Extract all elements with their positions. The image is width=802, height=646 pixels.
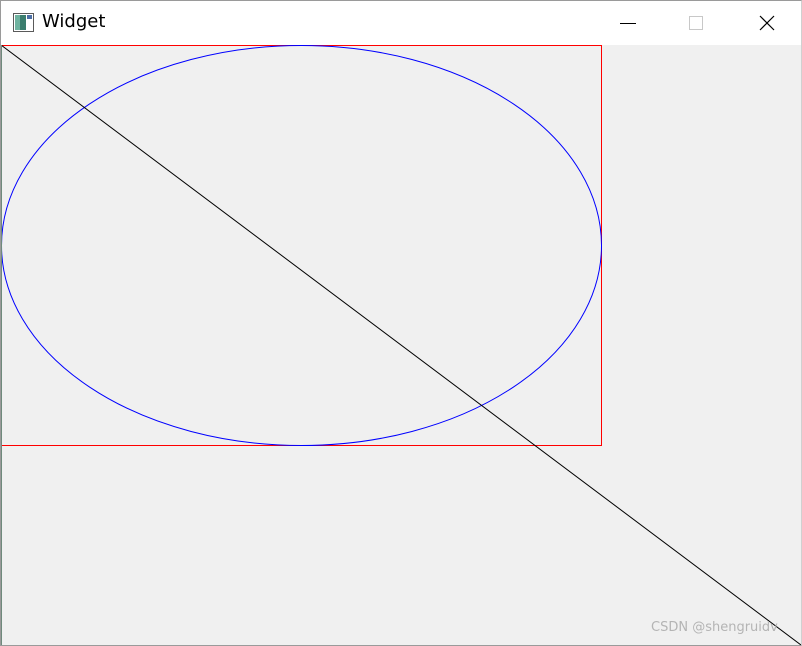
paint-canvas[interactable] xyxy=(1,45,801,645)
maximize-button[interactable] xyxy=(662,1,730,45)
painted-scene xyxy=(1,45,801,645)
close-button[interactable] xyxy=(733,1,801,45)
widget-window: Widget CSDN @shengruidv xyxy=(0,0,802,646)
window-left-edge xyxy=(1,45,2,645)
painted-rectangle xyxy=(1,45,602,446)
maximize-icon xyxy=(689,16,703,30)
app-icon xyxy=(13,13,34,32)
minimize-button[interactable] xyxy=(594,1,662,45)
title-bar[interactable]: Widget xyxy=(1,1,801,45)
painted-ellipse xyxy=(1,45,602,446)
minimize-icon xyxy=(620,23,636,24)
watermark-text: CSDN @shengruidv xyxy=(651,620,778,635)
close-icon xyxy=(759,15,775,31)
window-title: Widget xyxy=(42,11,106,32)
painted-line xyxy=(1,45,801,645)
